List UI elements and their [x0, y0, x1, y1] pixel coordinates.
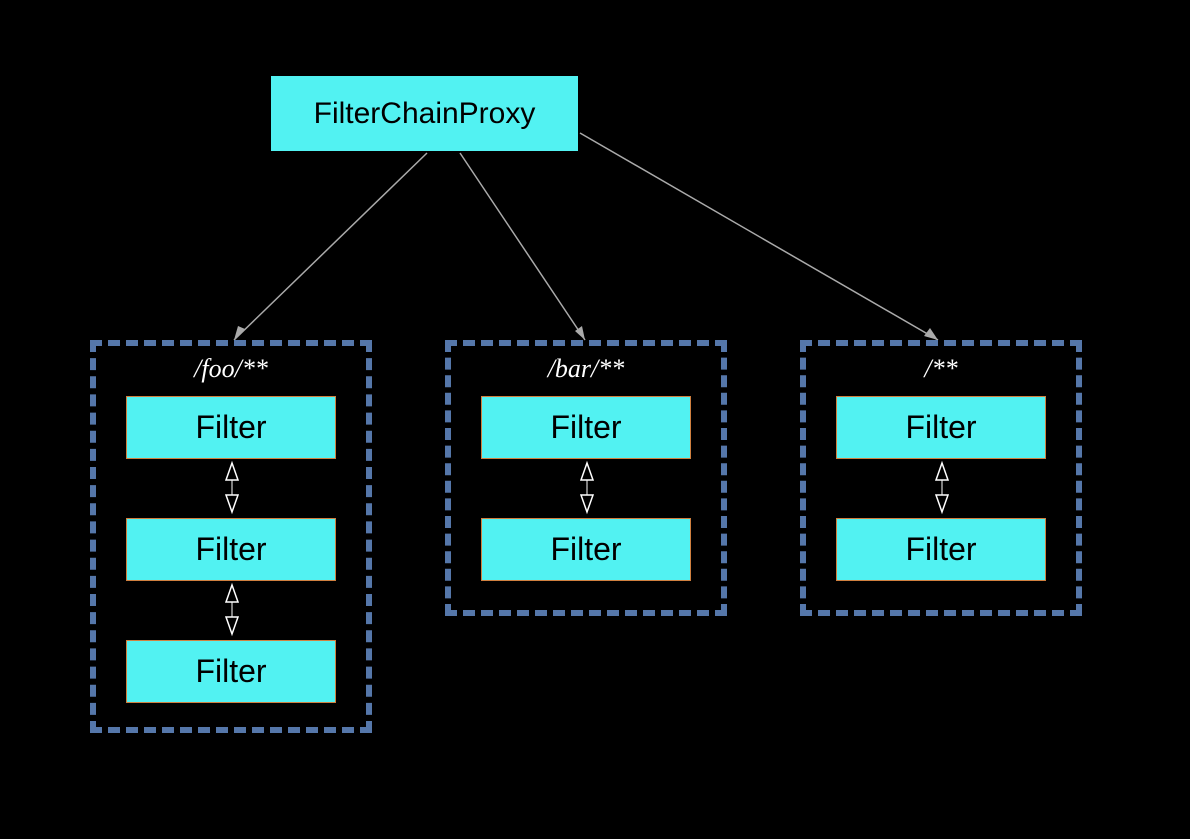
- filter-label: Filter: [195, 653, 266, 690]
- filter-label: Filter: [550, 409, 621, 446]
- filter-label: Filter: [195, 531, 266, 568]
- filter-group-foo: /foo/** Filter Filter Filter: [90, 340, 372, 733]
- filter-label: Filter: [550, 531, 621, 568]
- group-label-root: /**: [806, 354, 1076, 384]
- filter-box: Filter: [126, 518, 336, 581]
- filter-label: Filter: [905, 409, 976, 446]
- filter-label: Filter: [195, 409, 266, 446]
- group-label-foo: /foo/**: [96, 354, 366, 384]
- filter-box: Filter: [836, 518, 1046, 581]
- filter-box: Filter: [126, 396, 336, 459]
- filter-box: Filter: [481, 518, 691, 581]
- filter-box: Filter: [836, 396, 1046, 459]
- filter-label: Filter: [905, 531, 976, 568]
- filter-box: Filter: [481, 396, 691, 459]
- filter-chain-proxy-box: FilterChainProxy: [269, 74, 580, 153]
- group-label-bar: /bar/**: [451, 354, 721, 384]
- filter-box: Filter: [126, 640, 336, 703]
- filter-group-bar: /bar/** Filter Filter: [445, 340, 727, 616]
- filter-group-root: /** Filter Filter: [800, 340, 1082, 616]
- filter-chain-proxy-label: FilterChainProxy: [314, 97, 536, 131]
